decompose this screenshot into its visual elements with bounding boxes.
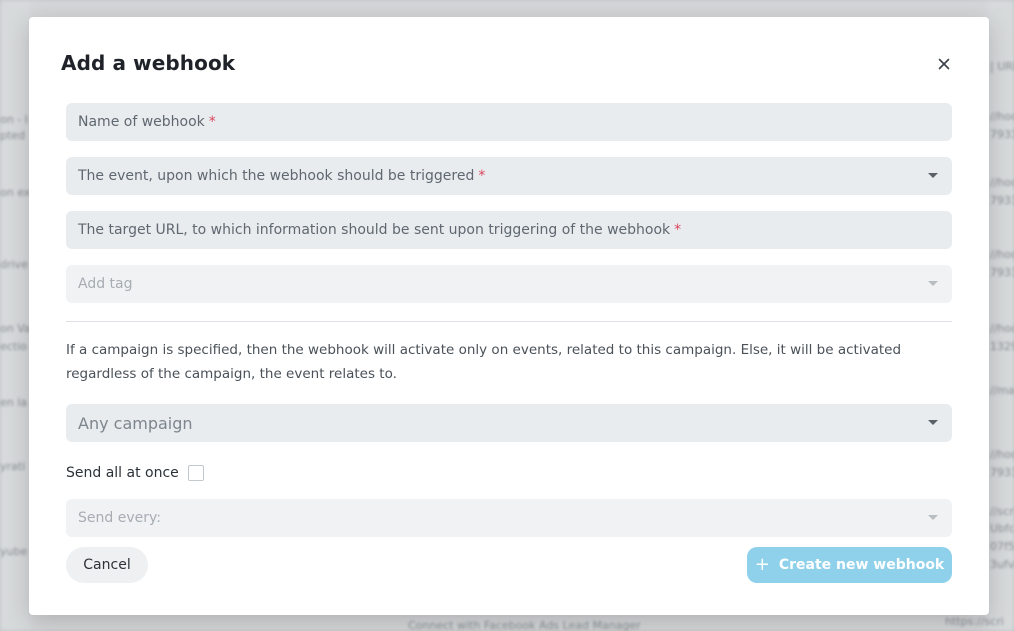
campaign-info-text: If a campaign is specified, then the web… — [66, 342, 902, 382]
required-mark: * — [208, 114, 216, 130]
chevron-down-icon — [928, 173, 938, 178]
send-all-checkbox[interactable] — [187, 465, 204, 481]
target-url-label: The target URL, to which information sho… — [78, 222, 671, 238]
add-tag-select[interactable]: Add tag — [66, 265, 952, 303]
webhook-name-input[interactable]: Name of webhook * — [66, 103, 952, 141]
create-webhook-label: Create new webhook — [778, 557, 945, 573]
webhook-name-label: Name of webhook — [78, 114, 205, 130]
target-url-input[interactable]: The target URL, to which information sho… — [66, 211, 952, 249]
send-all-label: Send all at once — [66, 465, 179, 481]
section-divider — [66, 321, 952, 322]
add-tag-placeholder: Add tag — [78, 276, 133, 292]
close-button[interactable] — [935, 55, 953, 73]
add-webhook-dialog: Add a webhook Name of webhook * The even… — [29, 17, 989, 615]
send-every-placeholder: Send every: — [78, 510, 161, 526]
chevron-down-icon — [928, 281, 938, 286]
chevron-down-icon — [928, 515, 938, 520]
campaign-select[interactable]: Any campaign — [66, 404, 952, 442]
event-select[interactable]: The event, upon which the webhook should… — [66, 157, 952, 195]
plus-icon: + — [754, 554, 770, 575]
campaign-select-value: Any campaign — [78, 413, 193, 433]
cancel-button[interactable]: Cancel — [66, 547, 148, 583]
required-mark: * — [478, 168, 486, 184]
send-every-select[interactable]: Send every: — [66, 499, 952, 537]
close-icon — [938, 58, 950, 70]
create-webhook-button[interactable]: + Create new webhook — [747, 547, 952, 583]
required-mark: * — [674, 222, 682, 238]
event-select-label: The event, upon which the webhook should… — [78, 168, 475, 184]
send-all-option: Send all at once — [66, 465, 204, 481]
dialog-title: Add a webhook — [61, 51, 236, 75]
chevron-down-icon — [928, 420, 938, 425]
